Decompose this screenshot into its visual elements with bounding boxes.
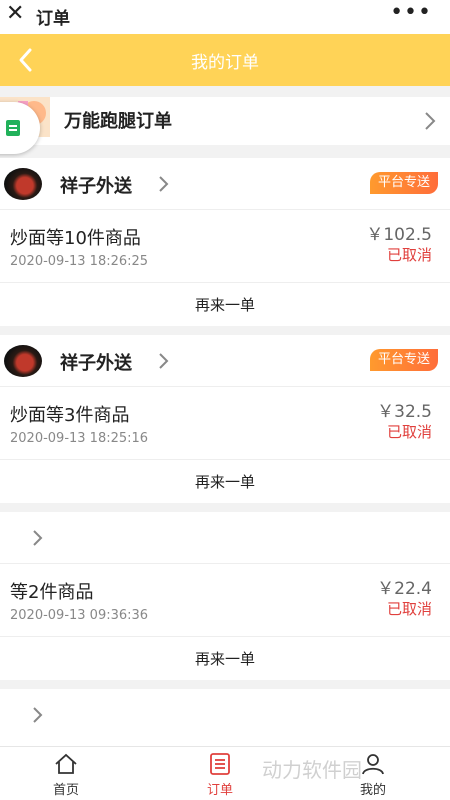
errand-orders-row[interactable]: 万能跑腿订单: [0, 97, 450, 145]
order-time: 2020-09-13 18:26:25: [10, 254, 149, 269]
shop-row[interactable]: [0, 689, 450, 741]
document-icon: [6, 120, 20, 136]
top-bar: ✕ 订单 •••: [0, 0, 450, 34]
close-icon[interactable]: ✕: [6, 3, 26, 25]
order-status: 已取消: [386, 600, 432, 618]
order-time: 2020-09-13 09:36:36: [10, 608, 149, 623]
shop-name: 祥子外送: [60, 353, 132, 374]
user-icon: [362, 754, 384, 775]
chevron-right-icon: [33, 530, 43, 546]
order-time: 2020-09-13 18:25:16: [10, 431, 149, 446]
watermark: 动力软件园: [262, 758, 362, 782]
bottom-tab-bar: 首页 订单 我的: [0, 746, 450, 800]
order-items: 炒面等10件商品: [10, 228, 141, 249]
shop-row[interactable]: 祥子外送 平台专送: [0, 158, 450, 210]
shop-row[interactable]: 祥子外送 平台专送: [0, 335, 450, 387]
order-card: 祥子外送 平台专送 炒面等10件商品 2020-09-13 18:26:25 ￥…: [0, 158, 450, 326]
reorder-button[interactable]: 再来一单: [0, 282, 450, 326]
errand-orders-label: 万能跑腿订单: [64, 111, 172, 132]
home-icon: [55, 753, 77, 774]
chevron-right-icon: [159, 176, 169, 192]
order-status: 已取消: [386, 246, 432, 264]
order-card: 祥子外送 平台专送 炒面等3件商品 2020-09-13 18:25:16 ￥3…: [0, 335, 450, 503]
page-title: 我的订单: [191, 53, 259, 73]
order-list-icon: [210, 753, 230, 775]
order-price: ￥22.4: [377, 579, 432, 599]
chevron-right-icon: [425, 112, 436, 130]
order-items: 等2件商品: [10, 582, 94, 603]
reorder-button[interactable]: 再来一单: [0, 459, 450, 503]
chevron-right-icon: [33, 707, 43, 723]
delivery-tag: 平台专送: [369, 172, 438, 194]
delivery-tag: 平台专送: [369, 349, 438, 371]
tab-label: 首页: [52, 783, 79, 798]
page-header: 我的订单: [0, 34, 450, 86]
order-price: ￥102.5: [366, 225, 432, 245]
window-title: 订单: [36, 9, 70, 29]
shop-avatar: [4, 345, 42, 377]
tab-orders[interactable]: 订单: [175, 747, 265, 800]
tab-label: 订单: [206, 783, 233, 798]
tab-home[interactable]: 首页: [21, 747, 111, 800]
reorder-button[interactable]: 再来一单: [0, 636, 450, 680]
order-price: ￥32.5: [377, 402, 432, 422]
more-options-icon[interactable]: •••: [390, 0, 432, 25]
order-items: 炒面等3件商品: [10, 405, 130, 426]
chevron-right-icon: [159, 353, 169, 369]
order-card: [0, 689, 450, 746]
shop-avatar: [4, 168, 42, 200]
shop-name: 祥子外送: [60, 176, 132, 197]
order-status: 已取消: [386, 423, 432, 441]
order-card: 等2件商品 2020-09-13 09:36:36 ￥22.4 已取消 再来一单: [0, 512, 450, 680]
shop-row[interactable]: [0, 512, 450, 564]
